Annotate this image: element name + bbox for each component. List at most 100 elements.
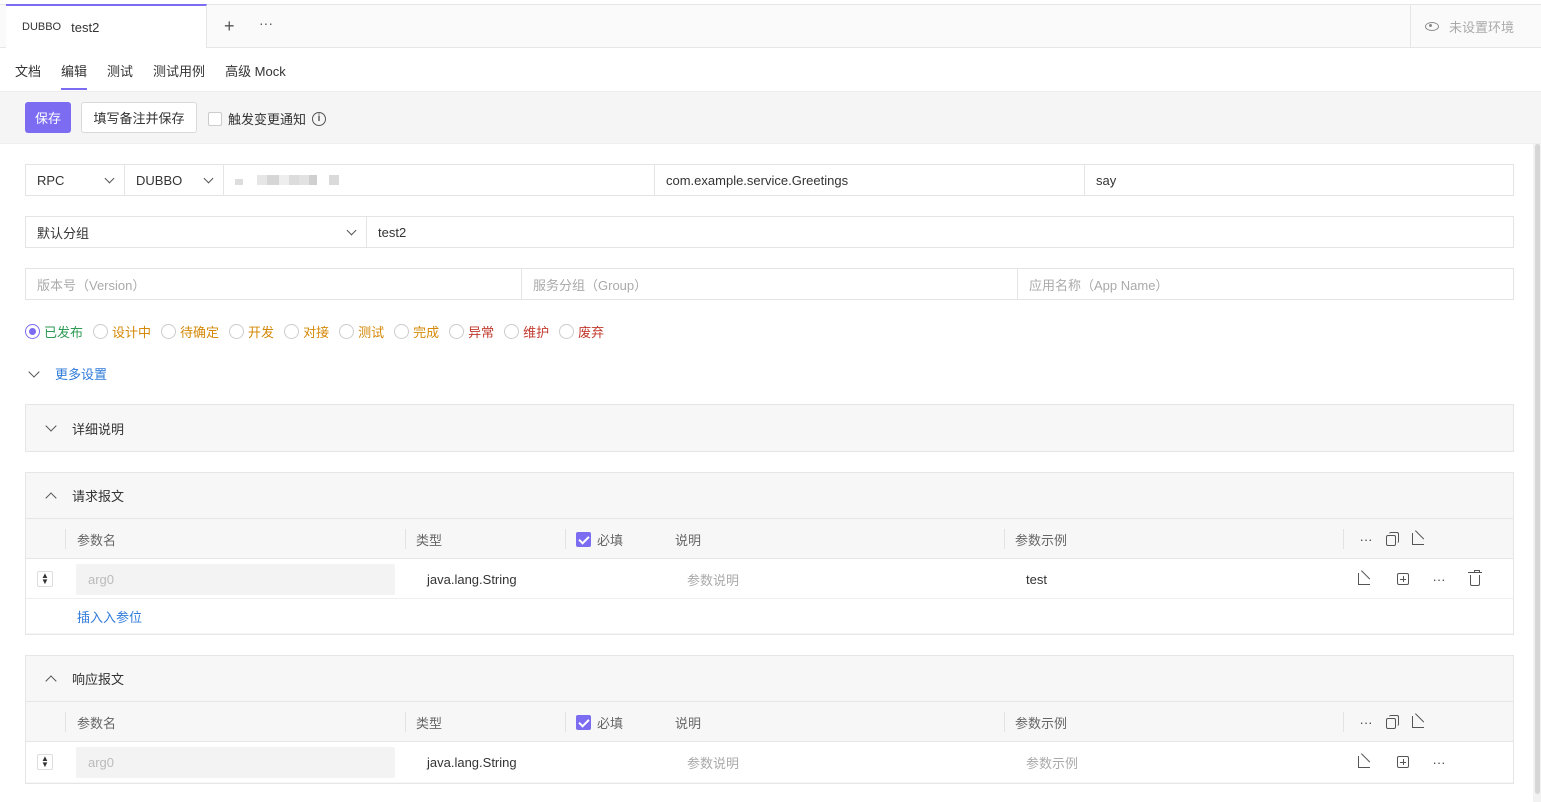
col-param-name: 参数名 [77, 715, 117, 731]
save-with-note-button[interactable]: 填写备注并保存 [81, 102, 197, 133]
edit-icon[interactable] [1355, 559, 1373, 599]
param-type[interactable]: java.lang.String [427, 742, 517, 782]
more-icon[interactable]: ··· [1430, 559, 1448, 599]
tab-protocol-label: DUBBO [22, 21, 62, 33]
more-settings-toggle[interactable]: 更多设置 [28, 364, 107, 383]
tab-test2[interactable]: DUBBO test2 [6, 4, 207, 48]
add-child-icon[interactable] [1394, 742, 1412, 782]
param-name-input[interactable]: arg0 [76, 747, 395, 778]
notify-change-toggle[interactable]: 触发变更通知 i [208, 109, 327, 128]
tab-edit[interactable]: 编辑 [61, 58, 88, 90]
address-input[interactable] [224, 165, 655, 195]
check-icon [576, 531, 591, 547]
col-description: 说明 [675, 532, 702, 548]
folder-value: 默认分组 [37, 225, 90, 241]
more-icon[interactable]: ··· [1357, 519, 1375, 559]
param-example-input[interactable]: test [1026, 559, 1047, 599]
status-testing[interactable]: 测试 [339, 322, 384, 341]
notify-checkbox[interactable] [208, 111, 222, 126]
eye-icon [1425, 22, 1439, 31]
environment-selector[interactable]: 未设置环境 [1410, 5, 1541, 48]
edit-icon[interactable] [1355, 742, 1373, 782]
param-description-input[interactable]: 参数说明 [687, 742, 739, 782]
col-type: 类型 [416, 715, 443, 731]
rpc-type-select[interactable]: RPC [26, 165, 125, 195]
chevron-up-icon [45, 491, 57, 504]
radio[interactable] [339, 324, 355, 339]
radio[interactable] [449, 324, 465, 339]
radio[interactable] [504, 324, 520, 339]
sub-tabs: 文档 编辑 测试 测试用例 高级 Mock [15, 58, 286, 90]
meta-row: 版本号（Version） 服务分组（Group） 应用名称（App Name） [25, 268, 1514, 300]
tab-more-button[interactable]: ··· [259, 15, 273, 31]
chevron-down-icon [104, 173, 115, 183]
api-name-value: test2 [378, 224, 407, 240]
status-error[interactable]: 异常 [449, 322, 494, 341]
status-designing[interactable]: 设计中 [93, 322, 151, 341]
radio[interactable] [229, 324, 245, 339]
radio[interactable] [284, 324, 300, 339]
status-radio-group: 已发布 设计中 待确定 开发 对接 测试 完成 异常 维护 废弃 [25, 322, 604, 341]
sort-icon[interactable]: ▲ ▼ [37, 571, 53, 587]
add-child-icon[interactable] [1394, 559, 1412, 599]
param-name-input[interactable]: arg0 [76, 564, 395, 595]
required-all-checkbox[interactable]: 必填 [576, 702, 623, 742]
endpoint-row: RPC DUBBO com.example.service.Greetings … [25, 164, 1514, 196]
response-panel-header[interactable]: 响应报文 [26, 656, 1513, 702]
method-value: say [1096, 172, 1117, 188]
more-icon[interactable]: ··· [1430, 742, 1448, 782]
required-all-checkbox[interactable]: 必填 [576, 519, 623, 559]
insert-param-link[interactable]: 插入入参位 [26, 599, 1513, 633]
status-integrating[interactable]: 对接 [284, 322, 329, 341]
request-panel: 请求报文 参数名 类型 必填 说明 参数示例 ··· ▲ ▼ arg0 java.… [25, 472, 1514, 635]
info-icon[interactable]: i [312, 111, 327, 126]
more-icon[interactable]: ··· [1357, 702, 1375, 742]
status-published[interactable]: 已发布 [25, 322, 83, 341]
sort-icon[interactable]: ▲ ▼ [37, 754, 53, 770]
tab-docs[interactable]: 文档 [15, 58, 41, 90]
tab-bar: DUBBO test2 + ··· 未设置环境 [0, 4, 1541, 48]
environment-label: 未设置环境 [1449, 20, 1515, 35]
edit-icon[interactable] [1409, 702, 1427, 742]
api-name-input[interactable]: test2 [367, 217, 1513, 247]
status-developing[interactable]: 开发 [229, 322, 274, 341]
edit-icon[interactable] [1409, 519, 1427, 559]
param-type[interactable]: java.lang.String [427, 559, 517, 599]
radio-checked[interactable] [25, 324, 40, 339]
detail-panel: 详细说明 [25, 404, 1514, 452]
tab-test-cases[interactable]: 测试用例 [153, 58, 205, 90]
scrollbar-thumb[interactable] [1535, 144, 1540, 794]
trash-icon[interactable] [1466, 559, 1484, 599]
radio[interactable] [559, 324, 575, 339]
interface-value: com.example.service.Greetings [666, 172, 849, 188]
request-panel-header[interactable]: 请求报文 [26, 473, 1513, 519]
col-description: 说明 [675, 715, 702, 731]
status-deprecated[interactable]: 废弃 [559, 322, 604, 341]
radio[interactable] [161, 324, 177, 339]
tab-test[interactable]: 测试 [107, 58, 133, 90]
status-maintenance[interactable]: 维护 [504, 322, 549, 341]
radio[interactable] [394, 324, 410, 339]
check-icon [576, 714, 591, 730]
protocol-select[interactable]: DUBBO [125, 165, 224, 195]
radio[interactable] [93, 324, 109, 339]
add-tab-button[interactable]: + [224, 16, 235, 37]
table-row: ▲ ▼ arg0 java.lang.String 参数说明 test ··· [26, 559, 1513, 599]
app-name-input[interactable]: 应用名称（App Name） [1018, 269, 1513, 299]
save-button[interactable]: 保存 [25, 102, 71, 133]
copy-icon[interactable] [1383, 702, 1401, 742]
copy-icon[interactable] [1383, 519, 1401, 559]
param-description-input[interactable]: 参数说明 [687, 559, 739, 599]
param-example-input[interactable]: 参数示例 [1026, 742, 1078, 782]
service-group-input[interactable]: 服务分组（Group） [522, 269, 1018, 299]
request-table-header: 参数名 类型 必填 说明 参数示例 ··· [26, 519, 1513, 559]
status-done[interactable]: 完成 [394, 322, 439, 341]
tab-advanced-mock[interactable]: 高级 Mock [225, 58, 286, 90]
interface-input[interactable]: com.example.service.Greetings [655, 165, 1085, 195]
folder-select[interactable]: 默认分组 [26, 217, 367, 247]
method-input[interactable]: say [1085, 165, 1513, 195]
version-input[interactable]: 版本号（Version） [26, 269, 522, 299]
detail-panel-header[interactable]: 详细说明 [26, 405, 1513, 451]
status-pending[interactable]: 待确定 [161, 322, 219, 341]
group-row: 默认分组 test2 [25, 216, 1514, 248]
